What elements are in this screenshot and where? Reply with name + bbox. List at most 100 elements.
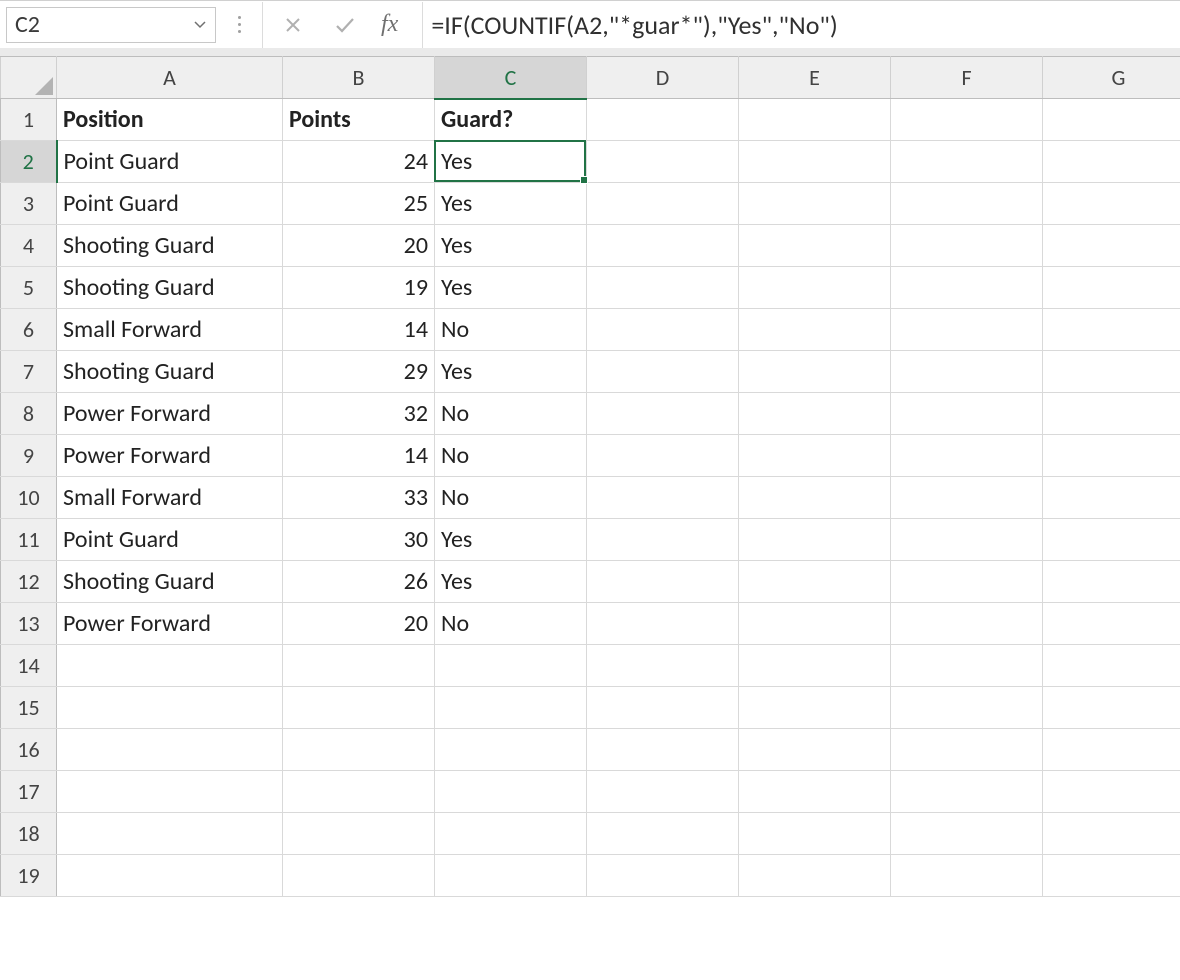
cell-E12[interactable] [739, 561, 891, 603]
cell-G3[interactable] [1043, 183, 1180, 225]
cell-A14[interactable] [57, 645, 283, 687]
cell-G8[interactable] [1043, 393, 1180, 435]
row-header-18[interactable]: 18 [1, 813, 57, 855]
cell-G12[interactable] [1043, 561, 1180, 603]
cell-B18[interactable] [283, 813, 435, 855]
cell-B3[interactable]: 25 [283, 183, 435, 225]
cell-E2[interactable] [739, 141, 891, 183]
cell-F15[interactable] [891, 687, 1043, 729]
cell-D8[interactable] [587, 393, 739, 435]
cell-D10[interactable] [587, 477, 739, 519]
cell-E1[interactable] [739, 99, 891, 141]
cell-B2[interactable]: 24 [283, 141, 435, 183]
cell-E18[interactable] [739, 813, 891, 855]
cell-B4[interactable]: 20 [283, 225, 435, 267]
cell-D7[interactable] [587, 351, 739, 393]
cell-E19[interactable] [739, 855, 891, 897]
cell-E14[interactable] [739, 645, 891, 687]
cell-B11[interactable]: 30 [283, 519, 435, 561]
spreadsheet-grid[interactable]: ABCDEFG 1PositionPointsGuard?2Point Guar… [0, 56, 1180, 897]
cell-G5[interactable] [1043, 267, 1180, 309]
cell-G19[interactable] [1043, 855, 1180, 897]
cell-D2[interactable] [587, 141, 739, 183]
worksheet-area[interactable]: ABCDEFG 1PositionPointsGuard?2Point Guar… [0, 56, 1180, 897]
row-header-4[interactable]: 4 [1, 225, 57, 267]
cell-A8[interactable]: Power Forward [57, 393, 283, 435]
cell-A6[interactable]: Small Forward [57, 309, 283, 351]
row-header-14[interactable]: 14 [1, 645, 57, 687]
cell-B19[interactable] [283, 855, 435, 897]
cell-G7[interactable] [1043, 351, 1180, 393]
row-header-1[interactable]: 1 [1, 99, 57, 141]
cell-C9[interactable]: No [435, 435, 587, 477]
cell-E10[interactable] [739, 477, 891, 519]
cell-F18[interactable] [891, 813, 1043, 855]
cell-A7[interactable]: Shooting Guard [57, 351, 283, 393]
cell-E8[interactable] [739, 393, 891, 435]
cell-D4[interactable] [587, 225, 739, 267]
cell-D16[interactable] [587, 729, 739, 771]
column-header-E[interactable]: E [739, 57, 891, 99]
cell-A1[interactable]: Position [57, 99, 283, 141]
cell-E15[interactable] [739, 687, 891, 729]
cell-D1[interactable] [587, 99, 739, 141]
fx-label[interactable]: fx [375, 11, 414, 38]
row-header-3[interactable]: 3 [1, 183, 57, 225]
cell-F12[interactable] [891, 561, 1043, 603]
cell-C5[interactable]: Yes [435, 267, 587, 309]
cell-C1[interactable]: Guard? [435, 99, 587, 141]
cell-C3[interactable]: Yes [435, 183, 587, 225]
cell-F16[interactable] [891, 729, 1043, 771]
cell-A16[interactable] [57, 729, 283, 771]
cell-F1[interactable] [891, 99, 1043, 141]
cell-C15[interactable] [435, 687, 587, 729]
column-header-D[interactable]: D [587, 57, 739, 99]
cell-C14[interactable] [435, 645, 587, 687]
cell-A18[interactable] [57, 813, 283, 855]
cell-B15[interactable] [283, 687, 435, 729]
cell-E9[interactable] [739, 435, 891, 477]
cell-D15[interactable] [587, 687, 739, 729]
row-header-6[interactable]: 6 [1, 309, 57, 351]
cell-G17[interactable] [1043, 771, 1180, 813]
cell-F8[interactable] [891, 393, 1043, 435]
cell-A5[interactable]: Shooting Guard [57, 267, 283, 309]
column-header-C[interactable]: C [435, 57, 587, 99]
select-all-corner[interactable] [1, 57, 57, 99]
cell-E16[interactable] [739, 729, 891, 771]
row-header-11[interactable]: 11 [1, 519, 57, 561]
cell-B16[interactable] [283, 729, 435, 771]
cell-F5[interactable] [891, 267, 1043, 309]
cell-A15[interactable] [57, 687, 283, 729]
cell-B10[interactable]: 33 [283, 477, 435, 519]
cell-A19[interactable] [57, 855, 283, 897]
row-header-15[interactable]: 15 [1, 687, 57, 729]
column-header-B[interactable]: B [283, 57, 435, 99]
cell-F2[interactable] [891, 141, 1043, 183]
cell-A17[interactable] [57, 771, 283, 813]
cell-A12[interactable]: Shooting Guard [57, 561, 283, 603]
cell-F9[interactable] [891, 435, 1043, 477]
cell-F19[interactable] [891, 855, 1043, 897]
cell-A13[interactable]: Power Forward [57, 603, 283, 645]
cell-F7[interactable] [891, 351, 1043, 393]
cell-B6[interactable]: 14 [283, 309, 435, 351]
row-header-9[interactable]: 9 [1, 435, 57, 477]
cell-D6[interactable] [587, 309, 739, 351]
cell-C6[interactable]: No [435, 309, 587, 351]
cell-D14[interactable] [587, 645, 739, 687]
row-header-10[interactable]: 10 [1, 477, 57, 519]
cell-C7[interactable]: Yes [435, 351, 587, 393]
cell-F11[interactable] [891, 519, 1043, 561]
cell-F4[interactable] [891, 225, 1043, 267]
cell-G15[interactable] [1043, 687, 1180, 729]
formula-input[interactable] [431, 2, 1174, 48]
cell-A11[interactable]: Point Guard [57, 519, 283, 561]
cell-E5[interactable] [739, 267, 891, 309]
cell-G9[interactable] [1043, 435, 1180, 477]
cell-E6[interactable] [739, 309, 891, 351]
cell-B8[interactable]: 32 [283, 393, 435, 435]
name-box[interactable] [15, 10, 192, 39]
cell-E17[interactable] [739, 771, 891, 813]
cell-A10[interactable]: Small Forward [57, 477, 283, 519]
